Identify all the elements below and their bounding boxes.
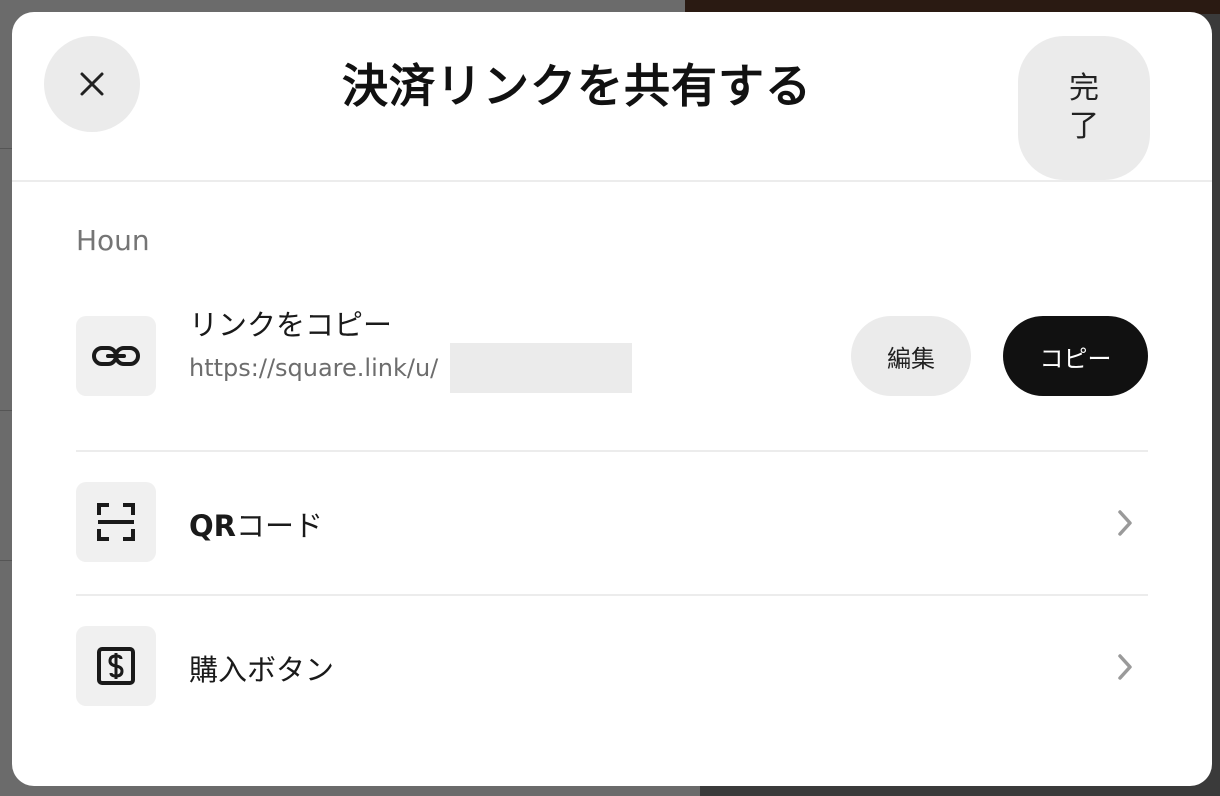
close-icon [80, 72, 104, 96]
section-label: Houn [76, 224, 150, 257]
qr-icon-tile [76, 482, 156, 562]
buy-button-title: 購入ボタン [189, 653, 335, 687]
row-divider [76, 450, 1148, 452]
link-icon [92, 346, 140, 366]
qr-scan-icon [97, 503, 135, 541]
done-button-label: 完了 [1069, 71, 1099, 144]
copy-link-url: https://square.link/u/ [189, 354, 439, 382]
copy-button[interactable]: コピー [1003, 316, 1148, 396]
dollar-icon [97, 647, 135, 685]
chevron-right-icon [1118, 510, 1132, 536]
edit-button[interactable]: 編集 [851, 316, 971, 396]
qr-code-title: QRコード [189, 503, 323, 545]
dialog-header: 決済リンクを共有する 完了 [12, 12, 1212, 182]
background-divider [0, 148, 12, 149]
dialog-title: 決済リンクを共有する [342, 59, 812, 113]
background-divider [0, 560, 12, 561]
qr-code-title-prefix: QR [189, 509, 236, 543]
link-icon-tile [76, 316, 156, 396]
done-button[interactable]: 完了 [1018, 36, 1150, 180]
share-payment-link-dialog: 決済リンクを共有する 完了 Houn リンクをコピー https://squar… [12, 12, 1212, 786]
chevron-right-icon [1118, 654, 1132, 680]
close-button[interactable] [44, 36, 140, 132]
qr-code-title-suffix: コード [235, 509, 323, 543]
copy-link-title: リンクをコピー [189, 308, 393, 342]
background-divider [0, 410, 12, 411]
row-divider [76, 594, 1148, 596]
buy-button-icon-tile [76, 626, 156, 706]
redacted-url-segment [450, 343, 632, 393]
